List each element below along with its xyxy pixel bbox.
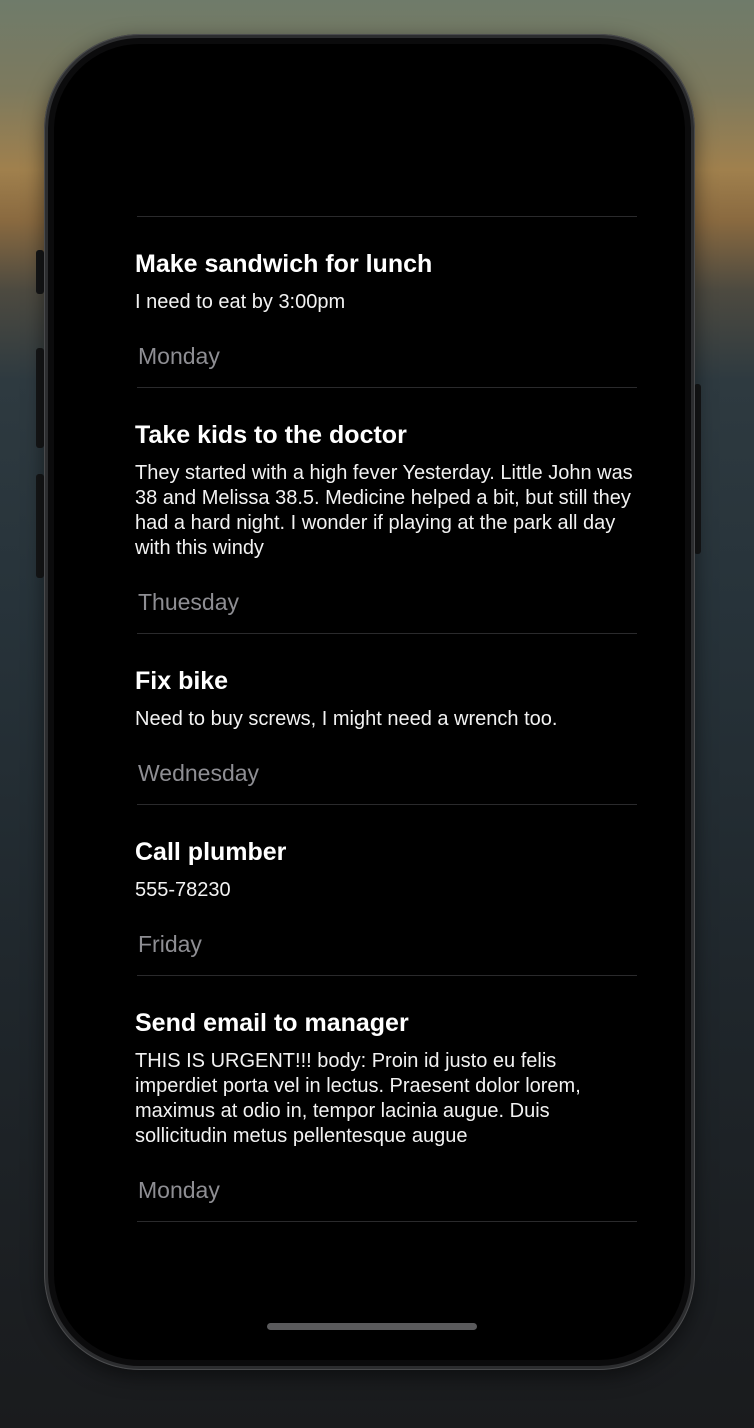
todo-body: THIS IS URGENT!!! body: Proin id justo e…	[135, 1050, 581, 1147]
todo-title: Make sandwich for lunch	[135, 250, 433, 278]
notch	[254, 44, 490, 114]
todo-body: Need to buy screws, I might need a wrenc…	[135, 708, 558, 730]
todo-day: Monday	[138, 343, 220, 369]
todo-day: Monday	[138, 1177, 220, 1203]
todo-title: Call plumber	[135, 838, 287, 866]
home-indicator[interactable]	[267, 1323, 477, 1330]
todo-day: Thuesday	[138, 589, 240, 615]
todo-item-doctor[interactable]: Take kids to the doctor They started wit…	[54, 388, 685, 633]
phone-bezel: Make sandwich for lunch I need to eat by…	[48, 38, 691, 1366]
todo-item-email[interactable]: Send email to manager THIS IS URGENT!!! …	[54, 976, 685, 1221]
todo-day: Friday	[138, 931, 202, 957]
list-divider	[137, 1221, 637, 1222]
todo-day: Wednesday	[138, 760, 260, 786]
todo-title: Fix bike	[135, 667, 229, 695]
todo-body: They started with a high fever Yesterday…	[135, 462, 633, 559]
todo-item-sandwich[interactable]: Make sandwich for lunch I need to eat by…	[54, 217, 685, 387]
todo-title: Send email to manager	[135, 1009, 409, 1037]
todo-title: Take kids to the doctor	[135, 421, 407, 449]
phone-frame: Make sandwich for lunch I need to eat by…	[44, 34, 695, 1370]
todo-list: Make sandwich for lunch I need to eat by…	[54, 216, 685, 1222]
app-screen: Make sandwich for lunch I need to eat by…	[54, 44, 685, 1360]
todo-body: I need to eat by 3:00pm	[135, 291, 346, 313]
volume-up-button	[36, 348, 44, 448]
todo-item-plumber[interactable]: Call plumber 555-78230 Friday	[54, 805, 685, 975]
todo-body: 555-78230	[135, 879, 231, 901]
power-button	[694, 384, 701, 554]
volume-down-button	[36, 474, 44, 578]
todo-item-bike[interactable]: Fix bike Need to buy screws, I might nee…	[54, 634, 685, 804]
action-button	[36, 250, 44, 294]
